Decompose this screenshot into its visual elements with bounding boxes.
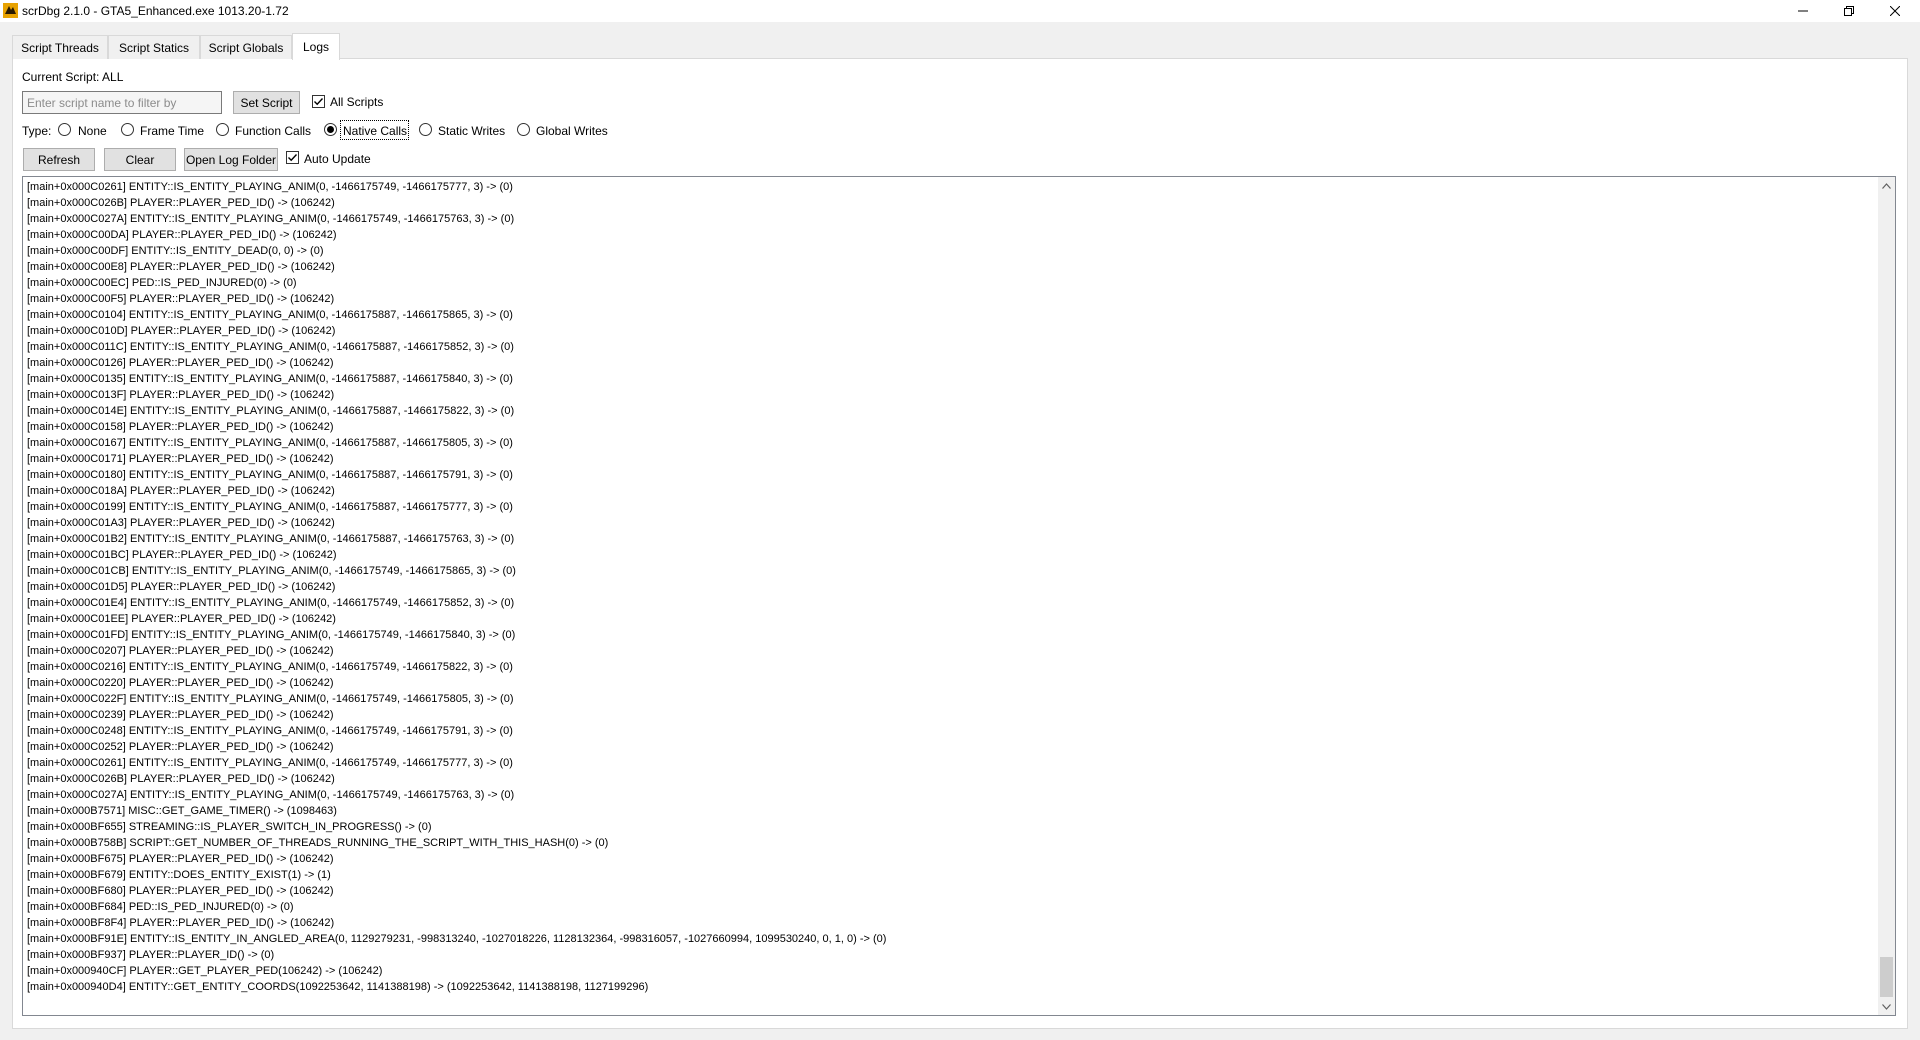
log-line: [main+0x000C01D5] PLAYER::PLAYER_PED_ID(…: [27, 581, 336, 593]
scroll-down-button[interactable]: [1878, 998, 1895, 1015]
log-line: [main+0x000C00DF] ENTITY::IS_ENTITY_DEAD…: [27, 245, 324, 257]
log-line: [main+0x000C01B2] ENTITY::IS_ENTITY_PLAY…: [27, 533, 515, 545]
title-bar[interactable]: scrDbg 2.1.0 - GTA5_Enhanced.exe 1013.20…: [0, 0, 1920, 22]
type-radio-global-writes[interactable]: [517, 123, 530, 136]
log-line: [main+0x000C01EE] PLAYER::PLAYER_PED_ID(…: [27, 613, 336, 625]
log-line: [main+0x000BF679] ENTITY::DOES_ENTITY_EX…: [27, 869, 331, 881]
log-lines: [main+0x000C0261] ENTITY::IS_ENTITY_PLAY…: [27, 179, 1887, 995]
restore-icon: [1844, 6, 1854, 16]
app-logo-icon: [3, 3, 18, 18]
type-option-function-calls-label: Function Calls: [235, 124, 312, 138]
log-line: [main+0x000BF937] PLAYER::PLAYER_ID() ->…: [27, 949, 275, 961]
log-line: [main+0x000C01FD] ENTITY::IS_ENTITY_PLAY…: [27, 629, 516, 641]
minimize-button[interactable]: [1780, 0, 1826, 22]
type-option-static-writes-label: Static Writes: [438, 124, 506, 138]
log-line: [main+0x000C01CB] ENTITY::IS_ENTITY_PLAY…: [27, 565, 516, 577]
type-radio-function-calls[interactable]: [216, 123, 229, 136]
log-line: [main+0x000B7571] MISC::GET_GAME_TIMER()…: [27, 805, 337, 817]
open-log-folder-button[interactable]: Open Log Folder: [184, 148, 278, 171]
log-line: [main+0x000C00EC] PED::IS_PED_INJURED(0)…: [27, 277, 297, 289]
log-line: [main+0x000C018A] PLAYER::PLAYER_PED_ID(…: [27, 485, 335, 497]
chevron-up-icon: [1882, 182, 1891, 189]
tab-script-statics[interactable]: Script Statics: [108, 35, 200, 59]
minimize-icon: [1798, 6, 1808, 16]
type-radio-none[interactable]: [58, 123, 71, 136]
radio-selected-dot: [327, 126, 334, 133]
log-line: [main+0x000C0261] ENTITY::IS_ENTITY_PLAY…: [27, 181, 513, 193]
script-filter-input[interactable]: [22, 91, 222, 114]
log-line: [main+0x000C0158] PLAYER::PLAYER_PED_ID(…: [27, 421, 334, 433]
tab-logs[interactable]: Logs: [292, 33, 340, 60]
type-option-native-calls-label: Native Calls: [343, 124, 408, 138]
log-line: [main+0x000C0216] ENTITY::IS_ENTITY_PLAY…: [27, 661, 513, 673]
log-line: [main+0x000C013F] PLAYER::PLAYER_PED_ID(…: [27, 389, 335, 401]
log-line: [main+0x000C00F5] PLAYER::PLAYER_PED_ID(…: [27, 293, 335, 305]
log-line: [main+0x000C00E8] PLAYER::PLAYER_PED_ID(…: [27, 261, 335, 273]
log-line: [main+0x000C01E4] ENTITY::IS_ENTITY_PLAY…: [27, 597, 515, 609]
type-option-frame-time-label: Frame Time: [140, 124, 205, 138]
log-line: [main+0x000C0207] PLAYER::PLAYER_PED_ID(…: [27, 645, 334, 657]
restore-button[interactable]: [1826, 0, 1872, 22]
log-line: [main+0x000C0261] ENTITY::IS_ENTITY_PLAY…: [27, 757, 513, 769]
log-line: [main+0x000940D4] ENTITY::GET_ENTITY_COO…: [27, 981, 649, 993]
log-line: [main+0x000C0171] PLAYER::PLAYER_PED_ID(…: [27, 453, 334, 465]
log-line: [main+0x000C026B] PLAYER::PLAYER_PED_ID(…: [27, 197, 335, 209]
tab-script-threads[interactable]: Script Threads: [12, 35, 108, 59]
log-line: [main+0x000C011C] ENTITY::IS_ENTITY_PLAY…: [27, 341, 514, 353]
type-label: Type:: [22, 124, 52, 138]
log-output-textbox[interactable]: [main+0x000C0261] ENTITY::IS_ENTITY_PLAY…: [22, 176, 1896, 1016]
scroll-up-button[interactable]: [1878, 177, 1895, 194]
log-line: [main+0x000BF655] STREAMING::IS_PLAYER_S…: [27, 821, 432, 833]
close-icon: [1890, 6, 1900, 16]
log-line: [main+0x000C0135] ENTITY::IS_ENTITY_PLAY…: [27, 373, 513, 385]
auto-update-label: Auto Update: [304, 152, 371, 166]
type-radio-frame-time[interactable]: [121, 123, 134, 136]
log-line: [main+0x000C0167] ENTITY::IS_ENTITY_PLAY…: [27, 437, 513, 449]
log-line: [main+0x000C0104] ENTITY::IS_ENTITY_PLAY…: [27, 309, 513, 321]
auto-update-checkbox[interactable]: [286, 151, 299, 164]
log-line: [main+0x000C0180] ENTITY::IS_ENTITY_PLAY…: [27, 469, 513, 481]
log-line: [main+0x000BF675] PLAYER::PLAYER_PED_ID(…: [27, 853, 334, 865]
refresh-button[interactable]: Refresh: [23, 148, 95, 171]
checkmark-icon: [314, 98, 324, 106]
log-line: [main+0x000C0126] PLAYER::PLAYER_PED_ID(…: [27, 357, 334, 369]
log-line: [main+0x000C027A] ENTITY::IS_ENTITY_PLAY…: [27, 789, 515, 801]
log-line: [main+0x000C0199] ENTITY::IS_ENTITY_PLAY…: [27, 501, 513, 513]
log-line: [main+0x000C01A3] PLAYER::PLAYER_PED_ID(…: [27, 517, 335, 529]
clear-button[interactable]: Clear: [104, 148, 176, 171]
close-button[interactable]: [1872, 0, 1918, 22]
current-script-label: Current Script: ALL: [22, 70, 124, 84]
log-line: [main+0x000BF8F4] PLAYER::PLAYER_PED_ID(…: [27, 917, 335, 929]
type-radio-static-writes[interactable]: [419, 123, 432, 136]
log-line: [main+0x000BF680] PLAYER::PLAYER_PED_ID(…: [27, 885, 334, 897]
window-title: scrDbg 2.1.0 - GTA5_Enhanced.exe 1013.20…: [22, 4, 289, 18]
log-line: [main+0x000C0248] ENTITY::IS_ENTITY_PLAY…: [27, 725, 513, 737]
log-line: [main+0x000C010D] PLAYER::PLAYER_PED_ID(…: [27, 325, 336, 337]
log-line: [main+0x000C0239] PLAYER::PLAYER_PED_ID(…: [27, 709, 334, 721]
log-line: [main+0x000C0220] PLAYER::PLAYER_PED_ID(…: [27, 677, 334, 689]
all-scripts-checkbox[interactable]: [312, 95, 325, 108]
set-script-button[interactable]: Set Script: [233, 91, 300, 114]
log-line: [main+0x000C00DA] PLAYER::PLAYER_PED_ID(…: [27, 229, 337, 241]
log-line: [main+0x000940CF] PLAYER::GET_PLAYER_PED…: [27, 965, 383, 977]
type-radio-native-calls[interactable]: [324, 123, 337, 136]
chevron-down-icon: [1882, 1003, 1891, 1010]
tab-script-globals[interactable]: Script Globals: [200, 35, 292, 59]
log-line: [main+0x000C026B] PLAYER::PLAYER_PED_ID(…: [27, 773, 335, 785]
log-line: [main+0x000C0252] PLAYER::PLAYER_PED_ID(…: [27, 741, 334, 753]
log-line: [main+0x000C022F] ENTITY::IS_ENTITY_PLAY…: [27, 693, 514, 705]
type-option-none-label: None: [78, 124, 107, 138]
vertical-scrollbar[interactable]: [1878, 177, 1895, 1015]
log-line: [main+0x000BF684] PED::IS_PED_INJURED(0)…: [27, 901, 294, 913]
log-line: [main+0x000BF91E] ENTITY::IS_ENTITY_IN_A…: [27, 933, 887, 945]
type-option-global-writes-label: Global Writes: [536, 124, 608, 138]
log-line: [main+0x000C027A] ENTITY::IS_ENTITY_PLAY…: [27, 213, 515, 225]
scroll-thumb[interactable]: [1880, 957, 1893, 997]
checkmark-icon: [288, 154, 298, 162]
all-scripts-label: All Scripts: [330, 95, 384, 109]
log-line: [main+0x000C01BC] PLAYER::PLAYER_PED_ID(…: [27, 549, 337, 561]
log-line: [main+0x000C014E] ENTITY::IS_ENTITY_PLAY…: [27, 405, 515, 417]
log-line: [main+0x000B758B] SCRIPT::GET_NUMBER_OF_…: [27, 837, 609, 849]
